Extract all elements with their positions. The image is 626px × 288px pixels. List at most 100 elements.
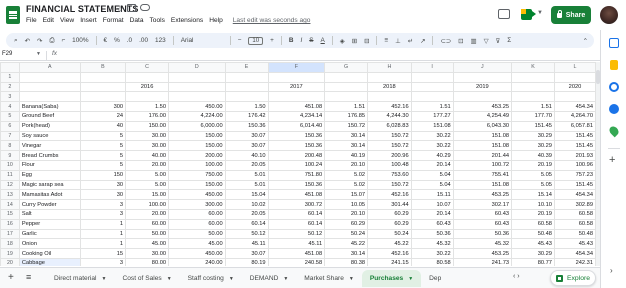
sheet-tab[interactable]: DEMAND ▼ <box>242 270 297 287</box>
cell[interactable]: 30.22 <box>410 130 454 142</box>
cell[interactable] <box>168 81 226 93</box>
cell[interactable]: 151.45 <box>553 140 596 152</box>
meet-button[interactable]: ▼ <box>519 7 545 23</box>
cell[interactable]: 50.36 <box>452 228 513 240</box>
cell[interactable]: 150 <box>79 169 127 181</box>
cell[interactable] <box>224 81 269 93</box>
cell[interactable]: 10.07 <box>410 199 454 210</box>
cell[interactable]: 6,014.40 <box>267 120 326 132</box>
cell[interactable]: 150.36 <box>224 120 269 132</box>
cell[interactable] <box>168 91 226 103</box>
cell[interactable] <box>324 81 369 93</box>
cell[interactable]: 452.16 <box>367 189 412 201</box>
cell[interactable]: 2018 <box>367 81 412 93</box>
cell[interactable] <box>410 91 454 103</box>
cell[interactable] <box>452 71 513 83</box>
cell[interactable]: 300 <box>79 101 127 112</box>
font-size-increase-button[interactable]: + <box>270 37 274 44</box>
row-header[interactable]: 10 <box>0 159 20 171</box>
column-header-j[interactable]: J <box>452 62 513 73</box>
cell[interactable]: 200.00 <box>168 150 226 161</box>
row-header[interactable]: 9 <box>0 150 20 161</box>
chevron-down-icon[interactable]: ▼ <box>283 276 288 282</box>
cell[interactable]: 30.14 <box>324 130 369 142</box>
cell[interactable]: 241.73 <box>452 257 513 266</box>
cell[interactable]: 60.29 <box>324 218 369 230</box>
italic-button[interactable]: I <box>300 37 302 44</box>
cell[interactable]: 30.07 <box>224 140 269 152</box>
explore-button[interactable]: Explore <box>550 270 596 286</box>
item-name-cell[interactable]: Cooking Oil <box>18 248 81 259</box>
cell[interactable]: 301.44 <box>367 199 412 210</box>
cell[interactable]: 5.02 <box>324 169 369 181</box>
cell[interactable]: 452.16 <box>367 248 412 259</box>
cell[interactable]: 1 <box>79 228 127 240</box>
cell[interactable]: 151.08 <box>452 179 513 191</box>
cell[interactable]: 80.77 <box>511 257 555 266</box>
cell[interactable] <box>410 71 454 83</box>
column-header-h[interactable]: H <box>367 62 412 73</box>
cloud-status-icon[interactable] <box>140 4 150 11</box>
cell[interactable]: 15.14 <box>511 189 555 201</box>
cell[interactable]: 450.00 <box>168 248 226 259</box>
row-header[interactable]: 12 <box>0 179 20 191</box>
cell[interactable]: 200.96 <box>367 150 412 161</box>
cell[interactable]: 5.00 <box>125 169 170 181</box>
cell[interactable]: 45.32 <box>410 238 454 250</box>
cell[interactable]: 5.04 <box>410 169 454 181</box>
cell[interactable]: 15 <box>79 248 127 259</box>
paint-format-icon[interactable]: ⌐ <box>61 37 65 44</box>
cell[interactable]: 45.22 <box>324 238 369 250</box>
cell[interactable]: 1.51 <box>324 101 369 112</box>
item-name-cell[interactable]: Egg <box>18 169 81 181</box>
cell[interactable]: 30.07 <box>224 130 269 142</box>
cell[interactable]: 757.23 <box>553 169 596 181</box>
cell[interactable]: 450.00 <box>168 101 226 112</box>
cell[interactable]: 5.02 <box>324 179 369 191</box>
cell[interactable]: 80.38 <box>324 257 369 266</box>
undo-icon[interactable]: ↶ <box>25 37 30 45</box>
cell[interactable]: 45.22 <box>367 238 412 250</box>
cell[interactable]: 60.29 <box>367 218 412 230</box>
cell[interactable]: 300.00 <box>168 199 226 210</box>
cell[interactable]: 150.36 <box>267 140 326 152</box>
sheet-tab[interactable]: Staff costing ▼ <box>180 270 242 287</box>
calendar-icon[interactable] <box>609 38 619 48</box>
currency-format-button[interactable]: € <box>104 37 108 44</box>
cell[interactable]: 151.45 <box>553 179 596 191</box>
cell[interactable]: 80.00 <box>125 257 170 266</box>
cell[interactable]: 151.08 <box>452 130 513 142</box>
cell[interactable]: 100.00 <box>168 159 226 171</box>
cell[interactable]: 1.50 <box>125 101 170 112</box>
tasks-icon[interactable] <box>609 82 619 92</box>
bold-button[interactable]: B <box>289 37 294 44</box>
cell[interactable]: 24 <box>79 110 127 122</box>
cell[interactable]: 2020 <box>553 81 596 93</box>
cell[interactable]: 20.05 <box>224 208 269 220</box>
cell[interactable]: 40.39 <box>511 150 555 161</box>
add-sheet-icon[interactable]: + <box>8 272 14 283</box>
column-header-f[interactable]: F <box>267 62 326 73</box>
cell[interactable]: 302.89 <box>553 199 596 210</box>
cell[interactable]: 453.25 <box>452 189 513 201</box>
cell[interactable]: 100.72 <box>452 159 513 171</box>
item-name-cell[interactable]: Banana(Saba) <box>18 101 81 112</box>
cell[interactable]: 50.00 <box>168 228 226 240</box>
cell[interactable]: 3 <box>79 199 127 210</box>
cell[interactable]: 150.36 <box>267 179 326 191</box>
cell[interactable]: 60.00 <box>168 208 226 220</box>
cell[interactable]: 240.58 <box>267 257 326 266</box>
functions-icon[interactable]: Σ <box>507 37 511 44</box>
cell[interactable]: 45.43 <box>511 238 555 250</box>
row-header[interactable]: 16 <box>0 218 20 230</box>
cell[interactable]: 15.11 <box>410 189 454 201</box>
column-header-i[interactable]: I <box>410 62 454 73</box>
fill-color-icon[interactable]: ◈ <box>340 37 345 45</box>
star-icon[interactable]: ☆ <box>116 4 124 15</box>
cell[interactable]: 242.31 <box>553 257 596 266</box>
cell[interactable]: 30.14 <box>324 248 369 259</box>
item-name-cell[interactable]: Onion <box>18 238 81 250</box>
vertical-align-icon[interactable]: ⊥ <box>395 37 401 45</box>
item-name-cell[interactable]: Ground Beef <box>18 110 81 122</box>
cell[interactable]: 80.19 <box>224 257 269 266</box>
